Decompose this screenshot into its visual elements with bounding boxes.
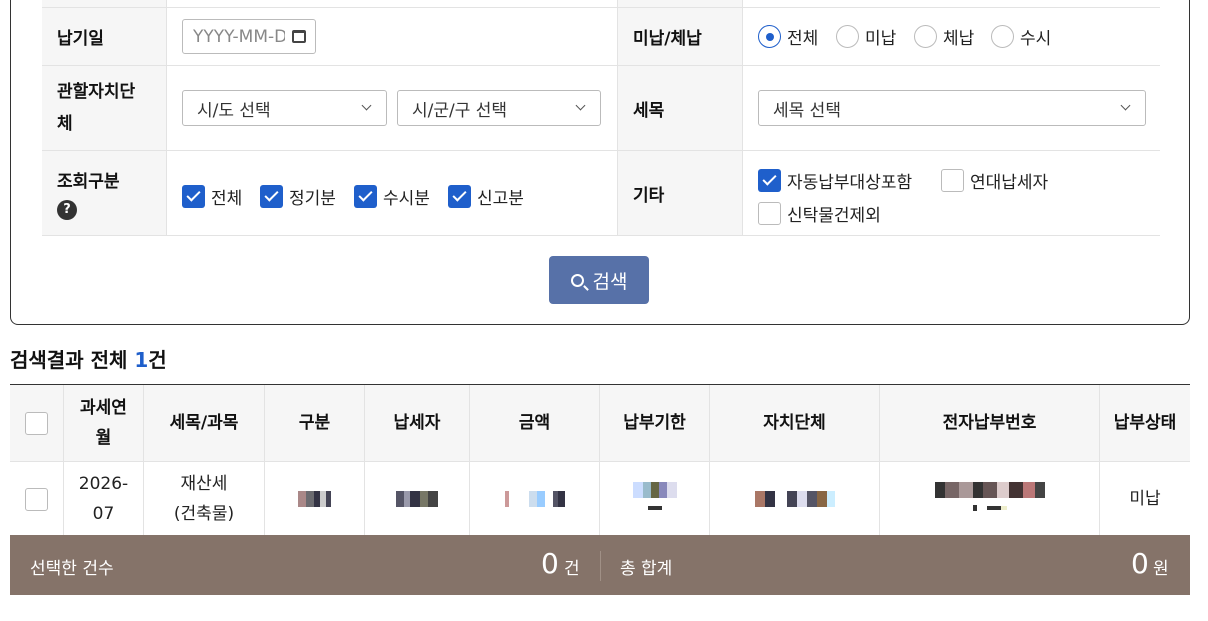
radio-unpaid[interactable]: 미납 <box>836 24 896 49</box>
total-label: 총 합계 <box>620 559 673 579</box>
help-icon[interactable]: ? <box>57 199 77 220</box>
chevron-down-icon <box>1120 100 1131 111</box>
search-button[interactable]: 검색 <box>549 256 649 304</box>
col-tax: 세목/과목 <box>144 385 265 461</box>
check-query-occasional[interactable]: 수시분 <box>354 184 430 209</box>
calendar-icon[interactable] <box>292 30 306 43</box>
summary-divider <box>600 551 601 581</box>
selected-count-label: 선택한 건수 <box>30 559 114 579</box>
col-amount: 금액 <box>470 385 600 461</box>
tax-label: 세목 <box>618 66 742 150</box>
row-local-gov-masked <box>710 462 880 536</box>
check-auto-payment[interactable]: 자동납부대상포함 <box>758 168 912 193</box>
row-tax: 재산세 (건축물) <box>173 474 235 524</box>
check-query-all[interactable]: 전체 <box>182 184 242 209</box>
row-amount-masked <box>470 462 600 536</box>
checkbox-checked-icon[interactable] <box>758 169 781 192</box>
search-icon <box>570 273 584 287</box>
radio-overdue[interactable]: 체납 <box>914 24 974 49</box>
tax-select[interactable]: 세목 선택 <box>758 90 1146 126</box>
col-taxpayer: 납세자 <box>365 385 470 461</box>
radio-occasional[interactable]: 수시 <box>991 24 1051 49</box>
row-period: 2026-07 <box>78 474 129 524</box>
select-all-checkbox[interactable] <box>25 411 48 435</box>
col-type: 구분 <box>265 385 365 461</box>
col-due: 납부기한 <box>600 385 710 461</box>
checkbox-icon[interactable] <box>941 169 964 192</box>
row-status: 미납 <box>1129 489 1161 509</box>
search-panel: 납기일 YYYY-MM-DD 미납/체납 전체 미납 체납 수시 관할자치단체 … <box>10 0 1190 325</box>
check-query-report[interactable]: 신고분 <box>448 184 524 209</box>
etc-label: 기타 <box>618 151 742 235</box>
check-query-regular[interactable]: 정기분 <box>260 184 336 209</box>
due-date-label: 납기일 <box>42 8 166 65</box>
search-row-region: 관할자치단체 시/도 선택 시/군/구 선택 세목 세목 선택 <box>42 66 1160 151</box>
col-status: 납부상태 <box>1113 413 1177 433</box>
checkbox-checked-icon[interactable] <box>354 185 377 208</box>
radio-icon[interactable] <box>914 25 937 48</box>
col-period: 과세연월 <box>80 398 127 448</box>
due-date-input[interactable]: YYYY-MM-DD <box>182 19 316 54</box>
chevron-down-icon <box>361 100 372 111</box>
region-label: 관할자치단체 <box>42 66 166 150</box>
col-local-gov: 자치단체 <box>710 385 880 461</box>
total-amount: 0 <box>1131 547 1149 580</box>
selected-count-unit: 건 <box>564 559 580 579</box>
total-unit: 원 <box>1153 559 1169 579</box>
row-epay-masked <box>880 462 1100 536</box>
sigungu-select[interactable]: 시/군/구 선택 <box>397 90 601 126</box>
result-table: 과세연월 세목/과목 구분 납세자 금액 납부기한 자치단체 전자납부번호 납부… <box>10 384 1190 536</box>
query-label-cell: 조회구분 ? <box>42 151 166 235</box>
row-taxpayer-masked <box>365 462 470 536</box>
query-label: 조회구분 <box>57 171 120 192</box>
row-type-masked <box>265 462 365 536</box>
unpaid-label: 미납/체납 <box>618 8 742 65</box>
row-checkbox[interactable] <box>25 487 48 511</box>
result-count: 1 <box>134 348 149 372</box>
sido-select[interactable]: 시/도 선택 <box>182 90 387 126</box>
radio-unpaid-all[interactable]: 전체 <box>758 24 818 49</box>
radio-selected-icon[interactable] <box>758 25 781 48</box>
chevron-down-icon <box>575 100 586 111</box>
checkbox-checked-icon[interactable] <box>182 185 205 208</box>
checkbox-checked-icon[interactable] <box>448 185 471 208</box>
checkbox-checked-icon[interactable] <box>260 185 283 208</box>
radio-icon[interactable] <box>991 25 1014 48</box>
check-joint-taxpayer[interactable]: 연대납세자 <box>941 168 1048 193</box>
selected-count: 0 <box>541 547 559 580</box>
table-header: 과세연월 세목/과목 구분 납세자 금액 납부기한 자치단체 전자납부번호 납부… <box>10 385 1190 462</box>
search-row-due-date: 납기일 YYYY-MM-DD 미납/체납 전체 미납 체납 수시 <box>42 8 1160 66</box>
row-due-masked <box>600 462 710 536</box>
check-trust-exclude[interactable]: 신탁물건제외 <box>758 201 881 226</box>
checkbox-icon[interactable] <box>758 202 781 225</box>
result-title: 검색결과 전체 1건 <box>10 348 167 372</box>
search-row-query: 조회구분 ? 전체 정기분 수시분 신고분 기타 자동납부대상포함 연대납세자 … <box>42 151 1160 236</box>
col-epay-number: 전자납부번호 <box>880 385 1100 461</box>
summary-bar: 선택한 건수 0 건 총 합계 0 원 <box>10 535 1190 595</box>
table-row[interactable]: 2026-07 재산세 (건축물) 미납 <box>10 462 1190 536</box>
radio-icon[interactable] <box>836 25 859 48</box>
search-row-top <box>42 0 1160 8</box>
